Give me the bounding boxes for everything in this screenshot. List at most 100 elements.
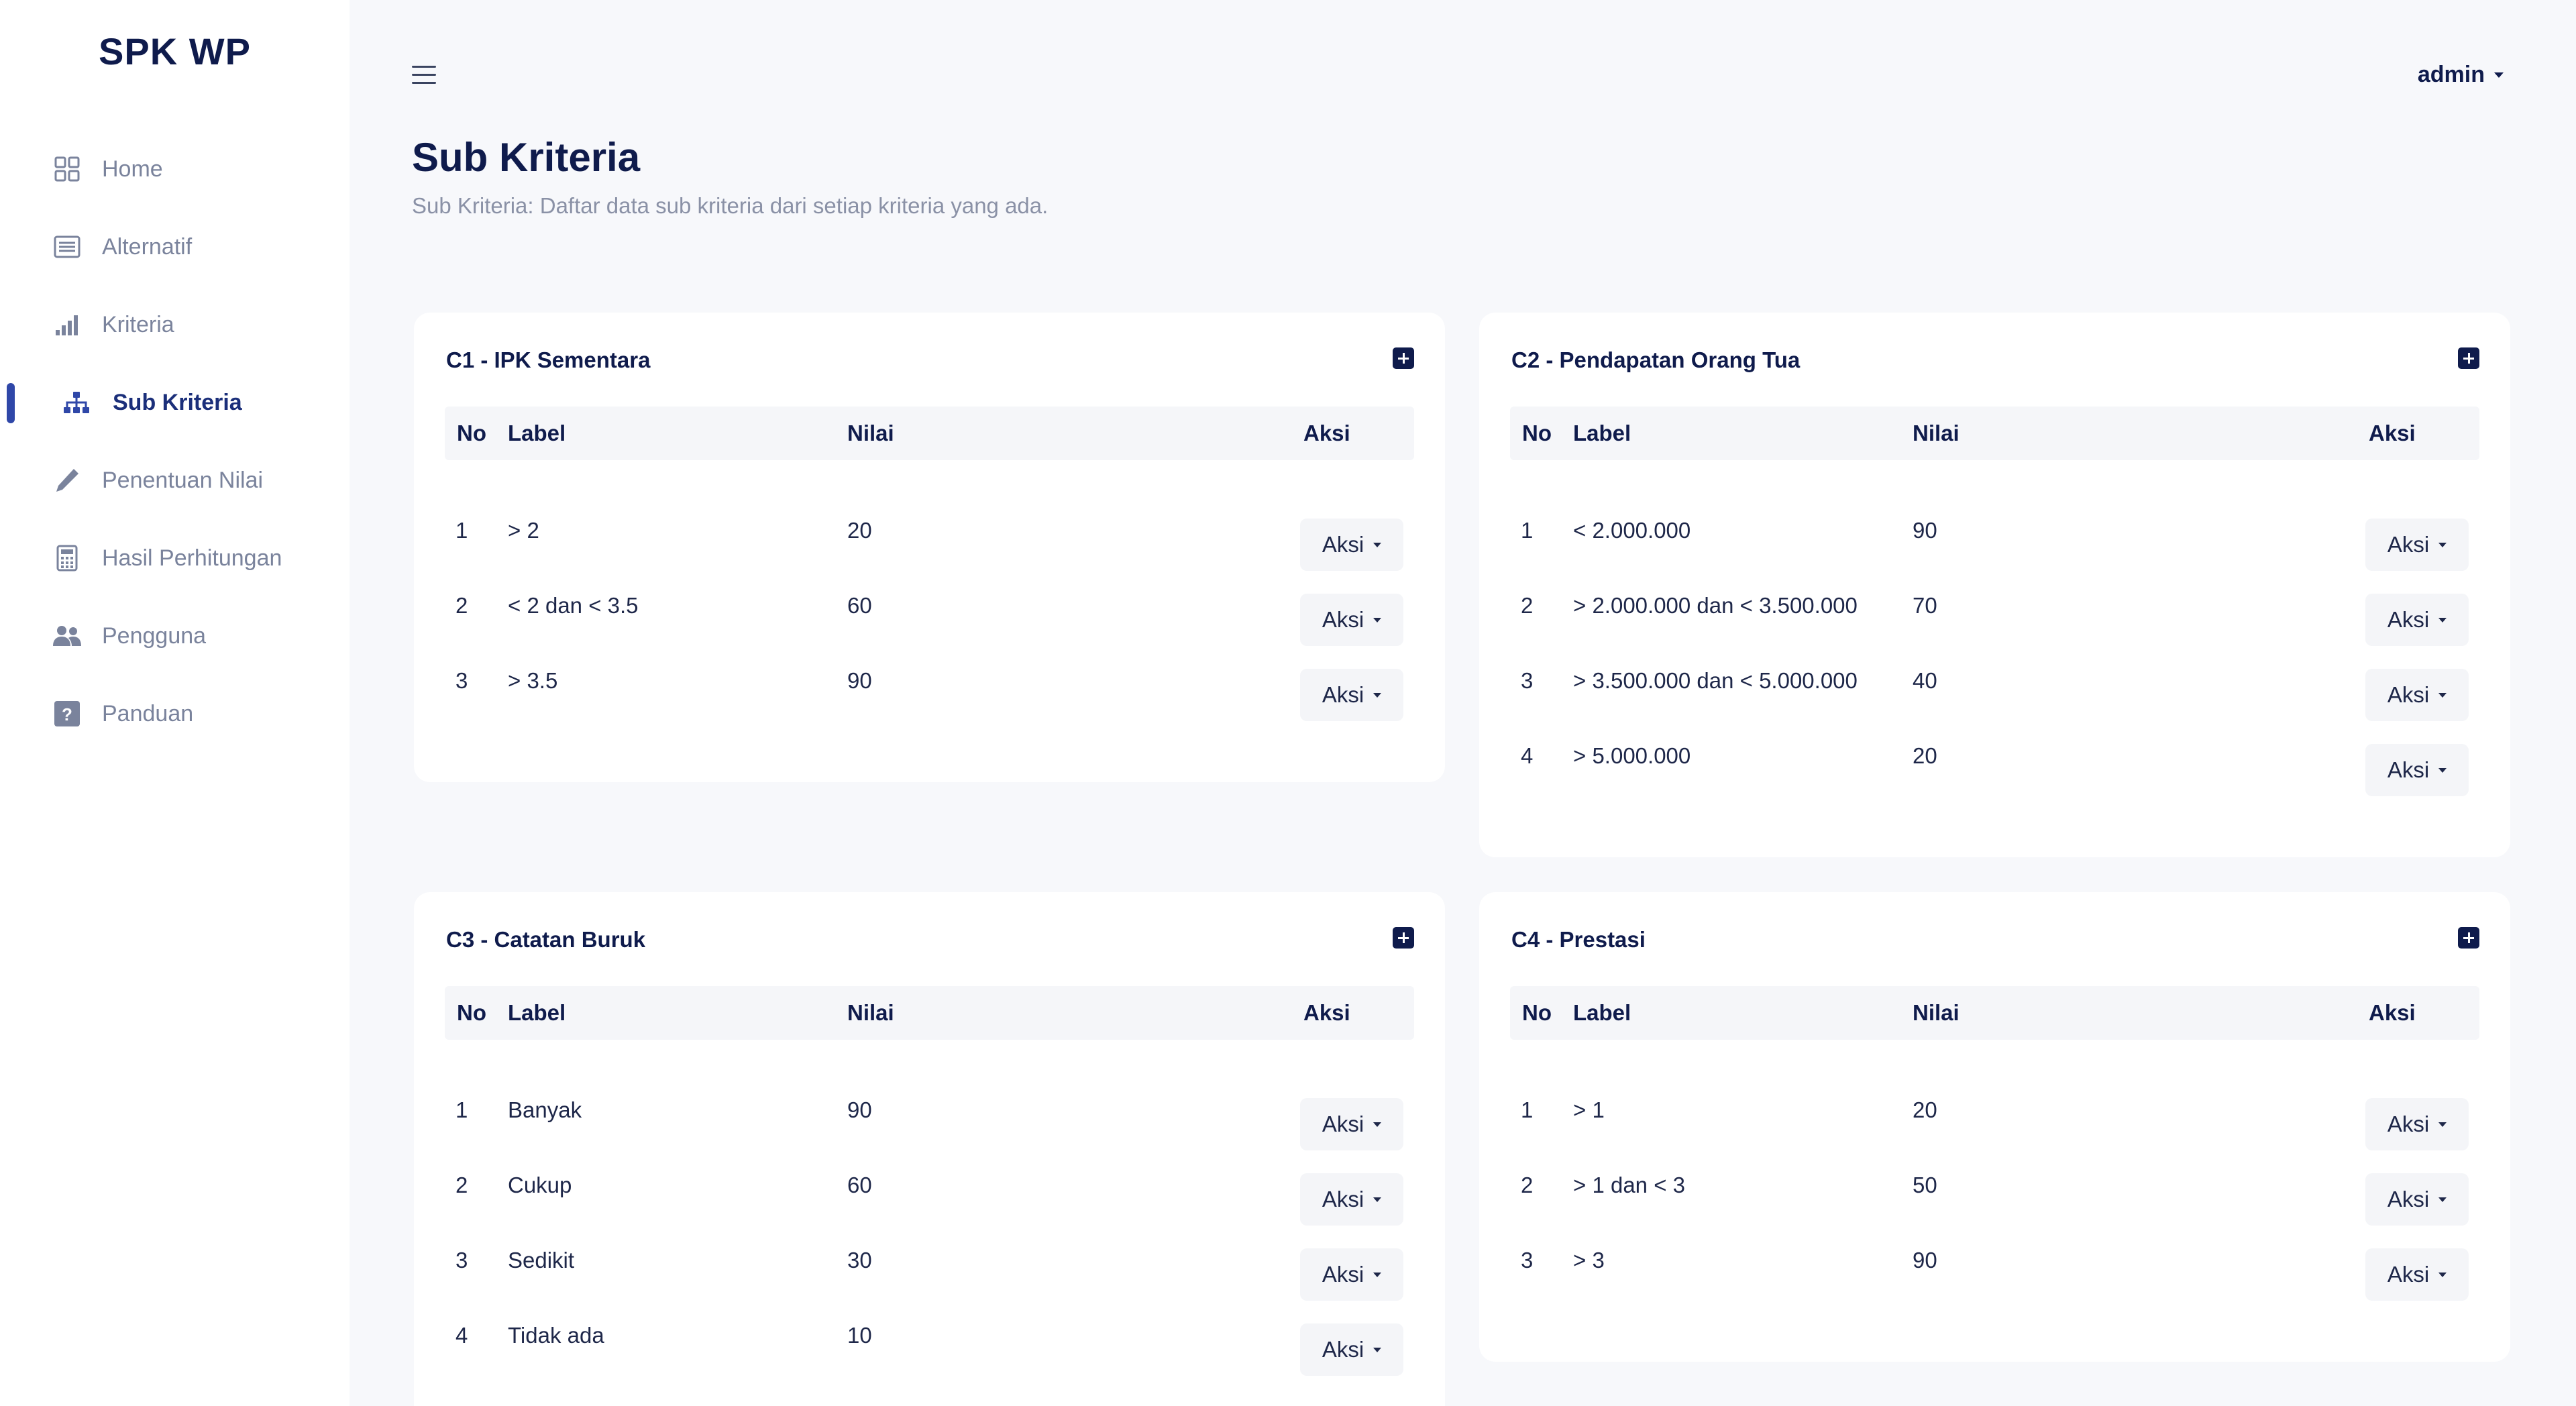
sidebar-item-pengguna[interactable]: Pengguna [0, 609, 350, 663]
caret-down-icon [2438, 1122, 2447, 1127]
sidebar-item-panduan[interactable]: ? Panduan [0, 687, 350, 741]
caret-down-icon [2438, 692, 2447, 698]
aksi-dropdown-button[interactable]: Aksi [1300, 1173, 1403, 1226]
caret-down-icon [2438, 617, 2447, 623]
cell-label: < 2 dan < 3.5 [508, 593, 639, 618]
aksi-label: Aksi [1322, 1262, 1364, 1287]
caret-down-icon [1373, 617, 1382, 623]
cell-label: Cukup [508, 1173, 572, 1197]
sidebar-item-sub-kriteria[interactable]: Sub Kriteria [0, 376, 350, 429]
cell-no: 1 [455, 1097, 468, 1122]
cell-no: 1 [1521, 518, 1534, 543]
caret-down-icon [1373, 1272, 1382, 1277]
user-name: admin [2417, 62, 2485, 87]
aksi-label: Aksi [1322, 1187, 1364, 1211]
cell-label: > 3.5 [508, 668, 558, 693]
question-icon: ? [52, 699, 82, 728]
table-header: No Label Nilai Aksi [1510, 407, 2479, 460]
add-subkriteria-button[interactable] [1393, 347, 1414, 369]
pen-icon [52, 466, 82, 495]
th-label: Label [508, 1000, 566, 1025]
sidebar-item-penentuan-nilai[interactable]: Penentuan Nilai [0, 453, 350, 507]
th-label: Label [1573, 421, 1631, 445]
table-row: 3 Sedikit 30 Aksi [445, 1234, 1414, 1309]
page-subtitle: Sub Kriteria: Daftar data sub kriteria d… [412, 193, 1049, 218]
aksi-dropdown-button[interactable]: Aksi [2365, 669, 2469, 721]
table-row: 1 > 1 20 Aksi [1510, 1083, 2479, 1158]
card-c2: C2 - Pendapatan Orang Tua No Label Nilai… [1479, 313, 2510, 857]
sidebar-item-alternatif[interactable]: Alternatif [0, 220, 350, 274]
aksi-label: Aksi [2387, 532, 2430, 557]
sidebar-item-label: Sub Kriteria [113, 389, 242, 415]
card-c1: C1 - IPK Sementara No Label Nilai Aksi 1… [414, 313, 1445, 782]
table-header: No Label Nilai Aksi [445, 986, 1414, 1040]
th-nilai: Nilai [1913, 421, 1960, 445]
card-title: C2 - Pendapatan Orang Tua [1511, 347, 1801, 372]
calculator-icon [52, 543, 82, 573]
aksi-label: Aksi [1322, 532, 1364, 557]
sidebar-item-label: Penentuan Nilai [102, 467, 264, 493]
aksi-dropdown-button[interactable]: Aksi [1300, 519, 1403, 571]
add-subkriteria-button[interactable] [1393, 927, 1414, 949]
aksi-label: Aksi [1322, 682, 1364, 707]
table-header: No Label Nilai Aksi [1510, 986, 2479, 1040]
th-no: No [457, 1000, 486, 1025]
th-aksi: Aksi [1303, 421, 1350, 445]
aksi-label: Aksi [2387, 607, 2430, 632]
aksi-dropdown-button[interactable]: Aksi [2365, 594, 2469, 646]
caret-down-icon [2438, 542, 2447, 547]
aksi-dropdown-button[interactable]: Aksi [2365, 519, 2469, 571]
aksi-dropdown-button[interactable]: Aksi [1300, 1323, 1403, 1376]
svg-text:?: ? [62, 704, 72, 724]
cell-label: Sedikit [508, 1248, 575, 1273]
cell-nilai: 60 [847, 1173, 872, 1197]
cell-no: 1 [455, 518, 468, 543]
table-row: 1 > 2 20 Aksi [445, 504, 1414, 579]
cell-no: 2 [1521, 593, 1534, 618]
page-title: Sub Kriteria [412, 135, 641, 180]
aksi-dropdown-button[interactable]: Aksi [1300, 1098, 1403, 1150]
add-subkriteria-button[interactable] [2458, 927, 2479, 949]
cell-label: > 5.000.000 [1573, 743, 1691, 768]
aksi-dropdown-button[interactable]: Aksi [2365, 1248, 2469, 1301]
cell-label: Banyak [508, 1097, 582, 1122]
cell-label: < 2.000.000 [1573, 518, 1691, 543]
cell-nilai: 10 [847, 1323, 872, 1348]
aksi-dropdown-button[interactable]: Aksi [1300, 594, 1403, 646]
aksi-label: Aksi [2387, 682, 2430, 707]
user-menu[interactable]: admin [2418, 62, 2504, 88]
caret-down-icon [1373, 1347, 1382, 1352]
aksi-dropdown-button[interactable]: Aksi [2365, 744, 2469, 796]
table-row: 2 Cukup 60 Aksi [445, 1158, 1414, 1234]
aksi-dropdown-button[interactable]: Aksi [1300, 1248, 1403, 1301]
th-no: No [1522, 1000, 1552, 1025]
sidebar-item-home[interactable]: Home [0, 142, 350, 196]
aksi-dropdown-button[interactable]: Aksi [2365, 1098, 2469, 1150]
sidebar-item-kriteria[interactable]: Kriteria [0, 298, 350, 352]
brand-logo[interactable]: SPK WP [0, 30, 350, 73]
cell-nilai: 90 [847, 1097, 872, 1122]
aksi-dropdown-button[interactable]: Aksi [2365, 1173, 2469, 1226]
cell-label: > 2 [508, 518, 539, 543]
add-subkriteria-button[interactable] [2458, 347, 2479, 369]
sidebar-item-hasil-perhitungan[interactable]: Hasil Perhitungan [0, 531, 350, 585]
th-nilai: Nilai [847, 1000, 894, 1025]
caret-down-icon [2438, 1272, 2447, 1277]
cell-no: 2 [455, 1173, 468, 1197]
aksi-dropdown-button[interactable]: Aksi [1300, 669, 1403, 721]
cell-nilai: 60 [847, 593, 872, 618]
cell-no: 3 [1521, 1248, 1534, 1273]
cell-nilai: 30 [847, 1248, 872, 1273]
th-nilai: Nilai [847, 421, 894, 445]
table-row: 2 < 2 dan < 3.5 60 Aksi [445, 579, 1414, 654]
cell-nilai: 50 [1913, 1173, 1937, 1197]
card-title: C1 - IPK Sementara [446, 347, 651, 372]
aksi-label: Aksi [2387, 757, 2430, 782]
caret-down-icon [1373, 1197, 1382, 1202]
cell-nilai: 70 [1913, 593, 1937, 618]
th-nilai: Nilai [1913, 1000, 1960, 1025]
sidebar-item-label: Hasil Perhitungan [102, 545, 282, 571]
th-no: No [1522, 421, 1552, 445]
menu-toggle-icon[interactable] [412, 66, 436, 86]
caret-down-icon [1373, 542, 1382, 547]
